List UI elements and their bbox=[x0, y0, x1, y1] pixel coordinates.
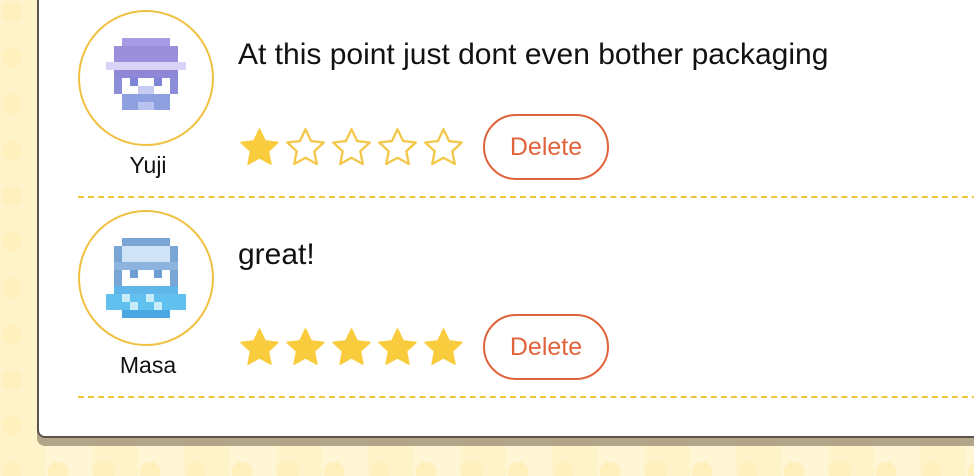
avatar bbox=[78, 210, 214, 346]
star-filled-icon[interactable] bbox=[330, 326, 373, 369]
star-empty-icon[interactable] bbox=[376, 126, 419, 169]
avatar bbox=[78, 10, 214, 146]
star-filled-icon[interactable] bbox=[238, 126, 281, 169]
delete-button[interactable]: Delete bbox=[483, 114, 609, 180]
pixel-avatar-icon bbox=[106, 38, 186, 110]
divider bbox=[78, 196, 974, 198]
divider bbox=[78, 396, 974, 398]
star-rating bbox=[238, 326, 465, 369]
star-filled-icon[interactable] bbox=[284, 326, 327, 369]
review-comment: great! bbox=[238, 238, 315, 271]
review-item: Masa great! Delete bbox=[78, 200, 974, 400]
review-item: Yuji At this point just dont even bother… bbox=[78, 0, 974, 200]
star-rating bbox=[238, 126, 465, 169]
star-empty-icon[interactable] bbox=[422, 126, 465, 169]
reviewer: Yuji bbox=[78, 10, 218, 179]
star-filled-icon[interactable] bbox=[376, 326, 419, 369]
star-filled-icon[interactable] bbox=[238, 326, 281, 369]
star-empty-icon[interactable] bbox=[284, 126, 327, 169]
star-filled-icon[interactable] bbox=[422, 326, 465, 369]
username: Yuji bbox=[129, 152, 167, 178]
pixel-avatar-icon bbox=[106, 238, 186, 318]
username: Masa bbox=[119, 352, 177, 378]
star-empty-icon[interactable] bbox=[330, 126, 373, 169]
delete-button[interactable]: Delete bbox=[483, 314, 609, 380]
review-comment: At this point just dont even bother pack… bbox=[238, 38, 829, 71]
reviewer: Masa bbox=[78, 210, 218, 379]
